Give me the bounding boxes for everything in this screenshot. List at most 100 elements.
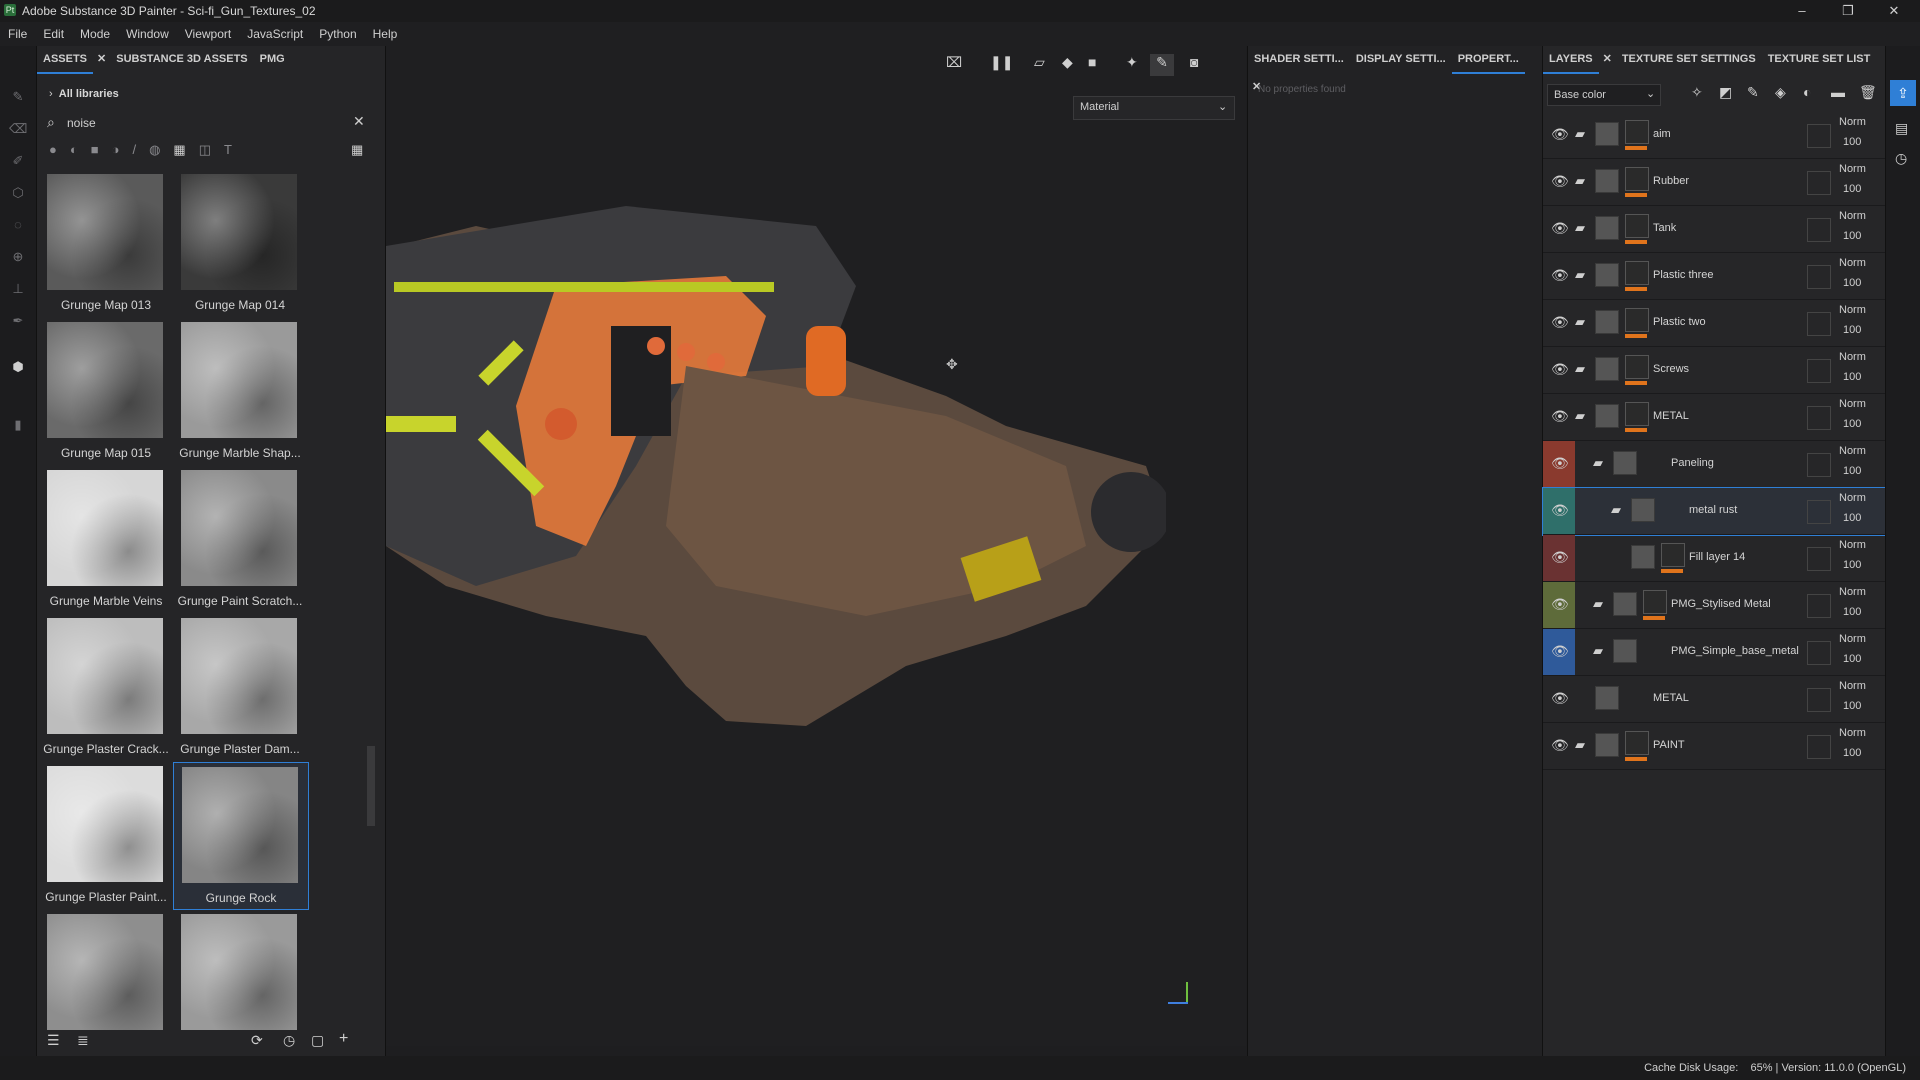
delete-layer-icon[interactable]: 🗑: [1859, 84, 1877, 101]
filter-material-icon[interactable]: ●: [49, 142, 70, 157]
layer-row[interactable]: 👁 ▰ aim Norm 100: [1543, 112, 1885, 159]
history-dock-icon[interactable]: ◷: [1895, 150, 1907, 167]
opacity-value[interactable]: 100: [1843, 465, 1861, 477]
menu-edit[interactable]: Edit: [35, 22, 72, 46]
folder-icon[interactable]: ▰: [1575, 267, 1585, 283]
add-fill-layer-icon[interactable]: ◈: [1775, 84, 1786, 101]
blend-mode[interactable]: Norm: [1839, 163, 1866, 175]
opacity-value[interactable]: 100: [1843, 277, 1861, 289]
grid-view-icon[interactable]: ▦: [351, 142, 363, 158]
menu-mode[interactable]: Mode: [72, 22, 118, 46]
paint-mode-icon[interactable]: ✎: [1150, 54, 1174, 76]
tab-display-settings[interactable]: DISPLAY SETTI...: [1350, 46, 1452, 72]
visibility-eye-icon[interactable]: 👁: [1551, 267, 1569, 283]
opacity-value[interactable]: 100: [1843, 136, 1861, 148]
layer-row[interactable]: 👁 ▰ PAINT Norm 100: [1543, 723, 1885, 770]
blend-mode[interactable]: Norm: [1839, 633, 1866, 645]
layer-extra-box[interactable]: [1807, 547, 1831, 571]
restore-button[interactable]: ❐: [1834, 2, 1862, 20]
projection-icon[interactable]: ✐: [9, 152, 27, 170]
blend-mode[interactable]: Norm: [1839, 680, 1866, 692]
folder-icon[interactable]: ▰: [1593, 596, 1603, 612]
asset-tile[interactable]: Grunge Marble Veins: [39, 466, 173, 612]
blend-mode[interactable]: Norm: [1839, 304, 1866, 316]
folder-icon[interactable]: ▰: [1575, 408, 1585, 424]
camera-icon[interactable]: ■: [1088, 54, 1096, 70]
layer-extra-box[interactable]: [1807, 312, 1831, 336]
layer-extra-box[interactable]: [1807, 218, 1831, 242]
layer-extra-box[interactable]: [1807, 171, 1831, 195]
filter-brush-icon[interactable]: /: [132, 142, 149, 157]
add-icon[interactable]: +: [339, 1030, 348, 1048]
blend-mode[interactable]: Norm: [1839, 398, 1866, 410]
asset-filter-bar[interactable]: ●◐■◑/◍▦◫T ▦: [49, 142, 375, 162]
light-icon[interactable]: ✦: [1126, 54, 1138, 71]
visibility-eye-icon[interactable]: 👁: [1551, 549, 1569, 565]
filter-particle-icon[interactable]: ◍: [149, 142, 173, 157]
opacity-value[interactable]: 100: [1843, 183, 1861, 195]
opacity-value[interactable]: 100: [1843, 653, 1861, 665]
close-window-button[interactable]: ✕: [1880, 2, 1908, 20]
clone-icon[interactable]: ⊕: [9, 248, 27, 266]
pause-icon[interactable]: ❚❚: [990, 54, 1013, 71]
layer-row[interactable]: 👁 ▰ Plastic two Norm 100: [1543, 300, 1885, 347]
asset-tile[interactable]: Grunge Map 014: [173, 174, 307, 316]
layer-extra-box[interactable]: [1807, 359, 1831, 383]
layer-extra-box[interactable]: [1807, 406, 1831, 430]
layer-extra-box[interactable]: [1807, 594, 1831, 618]
search-input[interactable]: [65, 113, 329, 133]
close-icon[interactable]: ✕: [1599, 46, 1616, 72]
add-folder-icon[interactable]: ▬: [1831, 84, 1845, 100]
visibility-eye-icon[interactable]: 👁: [1551, 314, 1569, 330]
visibility-eye-icon[interactable]: 👁: [1551, 690, 1569, 706]
tab-layers[interactable]: LAYERS: [1543, 46, 1599, 74]
layer-row[interactable]: 👁 Fill layer 14 Norm 100: [1543, 535, 1885, 582]
asset-tile[interactable]: Grunge Map 013: [39, 174, 173, 316]
menu-window[interactable]: Window: [118, 22, 177, 46]
folder-icon[interactable]: ▰: [1593, 455, 1603, 471]
blend-mode[interactable]: Norm: [1839, 210, 1866, 222]
clear-search-icon[interactable]: ✕: [353, 113, 365, 130]
paint-brush-icon[interactable]: ✎: [9, 88, 27, 106]
layer-row[interactable]: 👁 ▰ METAL Norm 100: [1543, 394, 1885, 441]
new-folder-icon[interactable]: ▢: [311, 1032, 324, 1049]
asset-tile[interactable]: Grunge Paint Scratch...: [173, 466, 307, 612]
add-mask-icon[interactable]: ◩: [1719, 84, 1732, 101]
opacity-value[interactable]: 100: [1843, 700, 1861, 712]
visibility-eye-icon[interactable]: 👁: [1551, 126, 1569, 142]
menu-viewport[interactable]: Viewport: [177, 22, 239, 46]
tab-shader-settings[interactable]: SHADER SETTI...: [1248, 46, 1350, 72]
blend-mode[interactable]: Norm: [1839, 586, 1866, 598]
filter-smart-material-icon[interactable]: ◐: [70, 142, 91, 157]
tab-assets[interactable]: ASSETS: [37, 46, 94, 74]
layer-row[interactable]: 👁 ▰ metal rust Norm 100: [1542, 487, 1886, 536]
tab-substance-3d-assets[interactable]: SUBSTANCE 3D ASSETS: [110, 46, 253, 72]
blend-mode[interactable]: Norm: [1839, 445, 1866, 457]
opacity-value[interactable]: 100: [1843, 324, 1861, 336]
visibility-eye-icon[interactable]: 👁: [1551, 737, 1569, 753]
add-effect-icon[interactable]: ✧: [1691, 84, 1703, 101]
blend-mode[interactable]: Norm: [1839, 257, 1866, 269]
tab-pmg[interactable]: PMG: [254, 46, 291, 72]
visibility-eye-icon[interactable]: 👁: [1551, 643, 1569, 659]
layer-extra-box[interactable]: [1807, 641, 1831, 665]
stamp-icon[interactable]: ⊥: [9, 280, 27, 298]
tab-texture-set-settings[interactable]: TEXTURE SET SETTINGS: [1616, 46, 1762, 72]
geometry-fill-icon[interactable]: ⬡: [9, 184, 27, 202]
assets-scrollbar[interactable]: [367, 746, 375, 826]
asset-tile[interactable]: Grunge Plaster Dam...: [173, 614, 307, 760]
channel-dropdown[interactable]: Base color ⌄: [1547, 84, 1661, 106]
layer-row[interactable]: 👁 ▰ PMG_Simple_base_metal Norm 100: [1543, 629, 1885, 676]
layer-extra-box[interactable]: [1807, 500, 1831, 524]
layer-row[interactable]: 👁 ▰ Paneling Norm 100: [1543, 441, 1885, 488]
layer-extra-box[interactable]: [1807, 688, 1831, 712]
folder-icon[interactable]: ▰: [1575, 737, 1585, 753]
tab-properties[interactable]: PROPERT...: [1451, 46, 1525, 74]
3d-model-render[interactable]: [386, 166, 1166, 766]
blend-mode[interactable]: Norm: [1839, 351, 1866, 363]
smudge-icon[interactable]: ◌: [9, 216, 27, 234]
add-paint-layer-icon[interactable]: ✎: [1747, 84, 1759, 101]
minimize-button[interactable]: –: [1788, 2, 1816, 20]
opacity-value[interactable]: 100: [1843, 559, 1861, 571]
layer-row[interactable]: 👁 ▰ Tank Norm 100: [1543, 206, 1885, 253]
